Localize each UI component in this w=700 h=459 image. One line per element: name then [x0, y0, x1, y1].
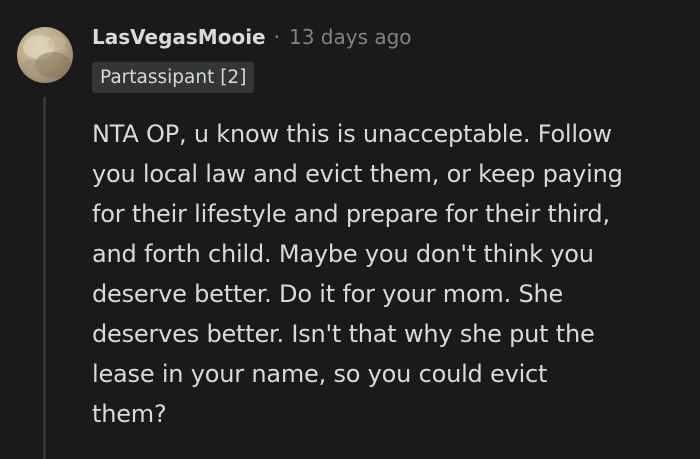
comment-body-line: deserves better. Isn't that why she put …	[92, 320, 595, 348]
user-flair: Partassipant [2]	[92, 62, 255, 93]
comment-body-line: them?	[92, 400, 167, 428]
comment-body-line: for their lifestyle and prepare for thei…	[92, 200, 610, 228]
user-avatar[interactable]	[17, 27, 73, 83]
comment-body-line: NTA OP, u know this is unacceptable. Fol…	[92, 120, 612, 148]
comment-body-line: and forth child. Maybe you don't think y…	[92, 240, 594, 268]
comment-body-line: you local law and evict them, or keep pa…	[92, 160, 623, 188]
meta-separator: ·	[273, 25, 280, 49]
comment: LasVegasMooie · 13 days ago Partassipant…	[0, 0, 700, 459]
comment-body-line: lease in your name, so you could evict	[92, 360, 548, 388]
comment-body-line: deserve better. Do it for your mom. She	[92, 280, 564, 308]
comment-body: NTA OP, u know this is unacceptable. Fol…	[92, 114, 692, 434]
comment-timestamp[interactable]: 13 days ago	[289, 25, 412, 49]
author-username[interactable]: LasVegasMooie	[92, 25, 266, 49]
avatar-image-icon	[21, 35, 71, 78]
thread-collapse-line[interactable]	[43, 97, 46, 459]
comment-header: LasVegasMooie · 13 days ago	[92, 22, 412, 52]
